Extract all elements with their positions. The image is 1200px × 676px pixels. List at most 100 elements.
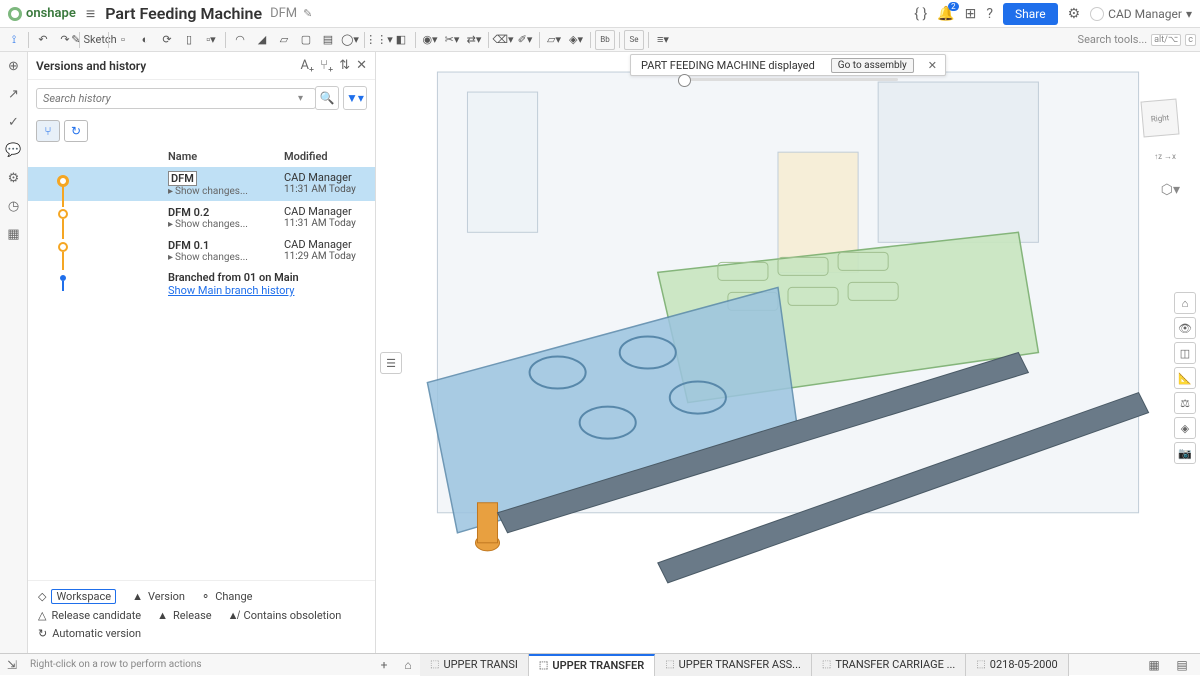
hole-icon[interactable]: ◯▾ [340,30,360,50]
section-icon[interactable]: ◫ [1174,342,1196,364]
compare-icon[interactable]: ⇅ [339,58,350,73]
mirror-icon[interactable]: ◧ [391,30,411,50]
clock-icon[interactable]: ◷ [4,196,24,216]
camera-icon[interactable]: 📷 [1174,442,1196,464]
go-to-assembly-button[interactable]: Go to assembly [831,58,914,73]
show-changes-link[interactable]: ▸ Show changes... [168,219,276,230]
sweep-icon[interactable]: ⟳ [157,30,177,50]
legend-obsoletion: Contains obsoletion [244,609,342,622]
legend: ◇Workspace ▲Version ⚬Change △Release can… [28,580,375,653]
tab-grid-icon[interactable]: ▦ [1142,654,1166,676]
show-changes-link[interactable]: ▸ Show changes... [168,252,276,263]
branch-icon[interactable]: ⑂₊ [320,58,333,73]
tab[interactable]: ⬚TRANSFER CARRIAGE ... [812,654,966,676]
history-row[interactable]: DFM ▸ Show changes... CAD Manager 11:31 … [28,167,375,201]
part-studio-icon: ⬚ [539,660,548,671]
measure-icon[interactable]: 📐 [1174,367,1196,389]
display-icon[interactable]: ◈ [1174,417,1196,439]
left-rail: ⊕ ↗ ✓ 💬 ⚙ ◷ ▦ [0,52,28,653]
view-cube-face[interactable]: Right [1140,98,1179,137]
home-tab-icon[interactable]: ⌂ [396,654,420,676]
refresh-mode-icon[interactable]: ↻ [64,120,88,142]
apps-icon[interactable]: ⊞ [965,6,977,22]
graph-mode-icon[interactable]: ⑂ [36,120,60,142]
row-user: CAD Manager [284,238,367,251]
sketch-button[interactable]: ✎ Sketch [84,30,104,50]
feature-list-toggle-icon[interactable]: ☰ [380,352,402,374]
revolve-icon[interactable]: ◐ [135,30,155,50]
col-header-name: Name [168,150,284,163]
canvas-viewport[interactable]: PART FEEDING MACHINE displayed Go to ass… [376,52,1200,653]
delete-icon[interactable]: ⌫▾ [493,30,513,50]
help-icon[interactable]: ? [986,6,993,22]
history-search-input[interactable] [36,88,316,109]
plane-icon[interactable]: ▱▾ [544,30,564,50]
features-icon[interactable]: ⊕ [4,56,24,76]
show-icon[interactable]: 👁 [1174,317,1196,339]
tab[interactable]: ⬚0218-05-2000 [966,654,1068,676]
main-toolbar: ⟟ ↶ ↷ ✎ Sketch ▫ ◐ ⟳ ▯ ▫▾ ◠ ◢ ▱ ▢ ▤ ◯▾ ⋮… [0,28,1200,52]
kbd-alt: alt/⌥ [1151,34,1181,46]
braces-icon[interactable]: { } [914,6,927,22]
loft-icon[interactable]: ▯ [179,30,199,50]
logo[interactable]: onshape [8,6,76,21]
view-cube[interactable]: Right [1132,92,1188,148]
shell-icon[interactable]: ▢ [296,30,316,50]
chamfer-icon[interactable]: ◢ [252,30,272,50]
history-row-branch[interactable]: Branched from 01 on Main Show Main branc… [28,267,375,301]
show-changes-link[interactable]: ▸ Show changes... [168,186,276,197]
gear-icon[interactable]: ⚙ [4,168,24,188]
menu-icon[interactable]: ≡ [86,4,95,24]
user-menu[interactable]: CAD Manager ▾ [1090,7,1192,21]
modify-icon[interactable]: ✐▾ [515,30,535,50]
bell-icon[interactable]: 🔔2 [937,6,954,22]
history-row[interactable]: DFM 0.2 ▸ Show changes... CAD Manager 11… [28,201,375,234]
edit-icon[interactable]: ✎ [303,7,312,20]
thicken-icon[interactable]: ▫▾ [201,30,221,50]
surface-icon[interactable]: ◈▾ [566,30,586,50]
variable-icon[interactable]: ≡▾ [653,30,673,50]
mass-icon[interactable]: ⚖ [1174,392,1196,414]
close-panel-icon[interactable]: ✕ [356,58,367,73]
tree-icon[interactable]: ⟟ [4,30,24,50]
pattern-icon[interactable]: ⋮⋮▾ [369,30,389,50]
transform-icon[interactable]: ⇄▾ [464,30,484,50]
table-icon[interactable]: ▦ [4,224,24,244]
history-row[interactable]: DFM 0.1 ▸ Show changes... CAD Manager 11… [28,234,375,267]
rib-icon[interactable]: ▤ [318,30,338,50]
dropdown-icon[interactable]: ▾ [298,93,303,104]
hide-icon[interactable]: ⌂ [1174,292,1196,314]
extrude-icon[interactable]: ▫ [113,30,133,50]
isometric-icon[interactable]: ⬡▾ [1161,182,1180,198]
tab[interactable]: ⬚UPPER TRANSFER [529,654,655,676]
branch-link[interactable]: Show Main branch history [168,284,299,297]
filter-button[interactable]: ▼▾ [343,86,367,110]
dock-icon[interactable]: ⇲ [0,654,24,676]
tab-label: TRANSFER CARRIAGE ... [835,658,955,671]
comment-icon[interactable]: 💬 [4,140,24,160]
draft-icon[interactable]: ▱ [274,30,294,50]
search-tools[interactable]: Search tools... alt/⌥ c [1078,33,1196,46]
tab[interactable]: ⬚UPPER TRANSI [420,654,529,676]
part-studio-icon: ⬚ [430,659,439,670]
tab-list-icon[interactable]: ▤ [1170,654,1194,676]
boolean-icon[interactable]: ◉▾ [420,30,440,50]
settings-icon[interactable]: ⚙ [1068,6,1081,22]
undo-icon[interactable]: ↶ [33,30,53,50]
panel-title: Versions and history [36,59,300,73]
split-icon[interactable]: ✂▾ [442,30,462,50]
sheet-metal-icon[interactable]: Bb [595,30,615,50]
tab[interactable]: ⬚UPPER TRANSFER ASS... [655,654,812,676]
create-version-icon[interactable]: A₊ [300,58,314,73]
search-button[interactable]: 🔍 [315,86,339,110]
transparency-slider[interactable] [678,78,898,81]
check-icon[interactable]: ✓ [4,112,24,132]
add-tab-icon[interactable]: + [372,654,396,676]
share-button[interactable]: Share [1003,3,1058,25]
insert-icon[interactable]: ↗ [4,84,24,104]
document-subtitle: DFM [270,6,297,21]
frame-icon[interactable]: Se [624,30,644,50]
history-list: DFM ▸ Show changes... CAD Manager 11:31 … [28,167,375,580]
fillet-icon[interactable]: ◠ [230,30,250,50]
notification-close-icon[interactable]: ✕ [920,59,945,72]
